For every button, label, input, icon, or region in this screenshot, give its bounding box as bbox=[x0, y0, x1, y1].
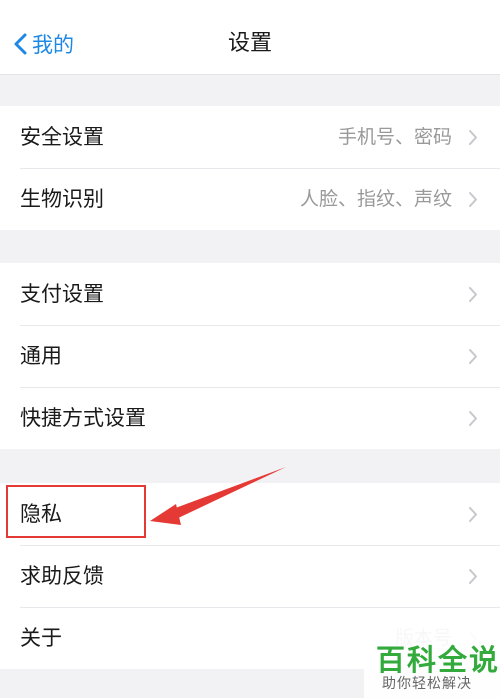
watermark-subtitle: 助你轻松解决 bbox=[382, 676, 472, 692]
settings-group-general: 支付设置 通用 快捷方式设置 bbox=[0, 263, 500, 449]
chevron-right-icon bbox=[469, 287, 477, 302]
row-biometrics[interactable]: 生物识别 人脸、指纹、声纹 bbox=[0, 168, 500, 230]
chevron-right-icon bbox=[469, 130, 477, 145]
row-security-settings[interactable]: 安全设置 手机号、密码 bbox=[0, 106, 500, 168]
watermark-logo: 百科全说 助你轻松解决 bbox=[364, 627, 500, 698]
row-shortcut-settings[interactable]: 快捷方式设置 bbox=[0, 387, 500, 449]
chevron-right-icon bbox=[469, 507, 477, 522]
chevron-right-icon bbox=[469, 569, 477, 584]
row-general[interactable]: 通用 bbox=[0, 325, 500, 387]
row-label: 生物识别 bbox=[20, 187, 104, 211]
chevron-right-icon bbox=[469, 411, 477, 426]
row-label: 通用 bbox=[20, 344, 62, 368]
row-payment-settings[interactable]: 支付设置 bbox=[0, 263, 500, 325]
chevron-right-icon bbox=[469, 349, 477, 364]
row-label: 支付设置 bbox=[20, 282, 104, 306]
page-title: 设置 bbox=[227, 31, 272, 56]
settings-group-account: 安全设置 手机号、密码 生物识别 人脸、指纹、声纹 bbox=[0, 106, 500, 230]
chevron-right-icon bbox=[469, 192, 477, 207]
row-label: 安全设置 bbox=[20, 125, 104, 149]
highlight-box bbox=[6, 485, 146, 538]
row-label: 快捷方式设置 bbox=[20, 406, 146, 430]
nav-bar: 我的 设置 bbox=[0, 0, 500, 75]
row-label: 求助反馈 bbox=[20, 564, 104, 588]
row-help-feedback[interactable]: 求助反馈 bbox=[0, 545, 500, 607]
row-label: 关于 bbox=[20, 626, 62, 650]
row-value: 人脸、指纹、声纹 bbox=[299, 188, 452, 210]
row-value: 手机号、密码 bbox=[337, 126, 452, 148]
